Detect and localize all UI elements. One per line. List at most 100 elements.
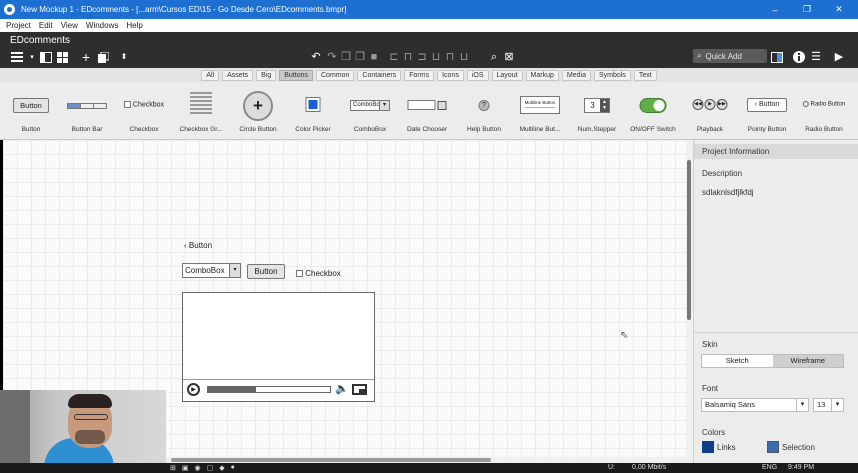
library-item-pointy-button[interactable]: ‹ Button Pointy Button <box>741 82 793 140</box>
app-icon[interactable]: ● <box>231 464 235 472</box>
category-media[interactable]: Media <box>561 69 591 81</box>
quick-add-input[interactable]: ⌕ Quick Add <box>693 49 767 63</box>
menu-project[interactable]: Project <box>6 21 31 30</box>
library-item-button[interactable]: Button Button <box>5 82 57 140</box>
fullscreen-icon[interactable] <box>352 384 367 395</box>
mockup-button[interactable]: Button <box>247 264 285 279</box>
mockup-combobox[interactable]: ComboBox ▾ <box>182 263 241 278</box>
canvas-vertical-scrollbar[interactable] <box>686 140 693 463</box>
folder-icon[interactable]: ▣ <box>182 464 189 472</box>
browser-icon[interactable]: ◉ <box>195 464 201 472</box>
terminal-icon[interactable]: ▢ <box>207 464 214 472</box>
links-color-swatch[interactable] <box>702 441 714 453</box>
library-item-color-picker[interactable]: Color Picker <box>288 82 338 140</box>
library-item-multiline-button[interactable]: Multiline Button Multiline But... <box>513 82 567 140</box>
font-size-value: 13 <box>817 400 826 409</box>
mockup-pointy-button[interactable]: ‹ Button <box>184 241 212 250</box>
play-icon[interactable]: ▶ <box>187 383 200 396</box>
search-icon[interactable]: ⌕ <box>488 51 500 63</box>
maximize-button[interactable]: ❐ <box>792 0 822 19</box>
category-assets[interactable]: Assets <box>222 69 254 81</box>
copy-icon[interactable]: ❐ <box>340 51 352 63</box>
close-button[interactable]: ✕ <box>824 0 854 19</box>
window-layout-icon[interactable] <box>771 51 783 63</box>
hamburger-menu-icon[interactable] <box>11 51 23 63</box>
checkbox-square-icon <box>296 270 303 278</box>
minimize-button[interactable]: – <box>760 0 790 19</box>
language-indicator[interactable]: ENG <box>762 464 777 471</box>
align-right-icon[interactable]: ⊐ <box>416 51 428 63</box>
category-icons[interactable]: Icons <box>437 69 464 81</box>
category-layout[interactable]: Layout <box>491 69 523 81</box>
library-item-button-bar[interactable]: Button Bar <box>60 82 114 140</box>
category-markup[interactable]: Markup <box>525 69 559 81</box>
undo-icon[interactable]: ↶ <box>310 51 322 63</box>
library-item-playback[interactable]: ◀◀ ▶ ▶▶ Playback <box>684 82 736 140</box>
cursor-icon: ⇖ <box>620 330 629 341</box>
align-middle-icon[interactable]: ⊓ <box>444 51 456 63</box>
library-item-num-stepper[interactable]: 3 ▲ ▼ Num.Stepper <box>571 82 623 140</box>
library-item-help-button[interactable]: ? Help Button <box>458 82 510 140</box>
fullscreen-icon[interactable]: ⊠ <box>503 51 515 63</box>
webcam-overlay <box>0 390 166 473</box>
mockup-pointy-button-label: Button <box>188 241 213 250</box>
menu-help[interactable]: Help <box>126 21 142 30</box>
category-containers[interactable]: Containers <box>357 69 402 81</box>
project-info-panel: Project Information Description sdlaknls… <box>693 140 858 463</box>
library-item-radio-button[interactable]: Radio Button Radio Button <box>797 82 851 140</box>
align-bottom-icon[interactable]: ⊔ <box>458 51 470 63</box>
add-mockup-icon[interactable]: + <box>80 50 92 64</box>
menu-view[interactable]: View <box>61 21 78 30</box>
volume-icon[interactable]: 🔈 <box>335 382 349 395</box>
description-field[interactable]: sdlaknlsdfjlkfdj <box>702 188 754 197</box>
library-item-date-chooser[interactable]: Date Chooser <box>400 82 454 140</box>
category-common[interactable]: Common <box>316 69 355 81</box>
mockup-checkbox[interactable]: Checkbox <box>296 269 341 278</box>
menu-edit[interactable]: Edit <box>39 21 53 30</box>
window-title-bar: New Mockup 1 - EDcomments - [...arm\Curs… <box>0 0 858 19</box>
skin-sketch-option[interactable]: Sketch <box>702 355 773 367</box>
delete-icon[interactable]: ■ <box>368 51 380 63</box>
skin-wireframe-option[interactable]: Wireframe <box>772 355 843 367</box>
grid-view-icon[interactable] <box>56 51 68 63</box>
redo-icon[interactable]: ↷ <box>326 51 338 63</box>
mockup-video-player[interactable]: ▶ 🔈 <box>182 292 375 402</box>
paste-icon[interactable]: ❐ <box>354 51 366 63</box>
info-icon[interactable] <box>793 51 805 63</box>
library-item-onoff-switch[interactable]: ON/OFF Switch <box>627 82 679 140</box>
selection-color-swatch[interactable] <box>767 441 779 453</box>
category-big[interactable]: Big <box>256 69 277 81</box>
font-family-select[interactable]: Balsamiq Sans ▾ <box>701 398 809 412</box>
library-item-checkbox-group[interactable]: Checkbox Gr... <box>175 82 227 140</box>
menu-chevron-icon[interactable]: ▾ <box>26 51 38 63</box>
category-buttons[interactable]: Buttons <box>279 69 313 81</box>
layout-panel-icon[interactable] <box>40 51 52 63</box>
editor-icon[interactable]: ◆ <box>219 464 224 472</box>
presentation-icon[interactable]: ▶ <box>833 51 845 63</box>
category-text[interactable]: Text <box>633 69 657 81</box>
chevron-down-icon: ▾ <box>796 399 808 411</box>
library-item-label: Circle Button <box>239 126 277 133</box>
start-icon[interactable]: ⊞ <box>170 464 176 472</box>
category-forms[interactable]: Forms <box>404 69 435 81</box>
video-progress-bar[interactable] <box>207 386 331 393</box>
reorder-icon[interactable]: ⬍ <box>118 51 130 63</box>
font-size-select[interactable]: 13 ▾ <box>813 398 844 412</box>
checkbox-square-icon <box>123 101 131 108</box>
library-item-checkbox[interactable]: Checkbox Checkbox <box>118 82 170 140</box>
category-symbols[interactable]: Symbols <box>593 69 631 81</box>
library-item-circle-button[interactable]: + Circle Button <box>233 82 283 140</box>
category-all[interactable]: All <box>201 69 220 81</box>
radio-button-preview: Radio Button <box>802 101 845 108</box>
list-view-icon[interactable]: ☰ <box>810 51 822 63</box>
align-left-icon[interactable]: ⊏ <box>388 51 400 63</box>
category-ios[interactable]: iOS <box>466 69 489 81</box>
duplicate-icon[interactable] <box>97 51 109 63</box>
menu-windows[interactable]: Windows <box>86 21 118 30</box>
library-item-label: ComboBox <box>353 126 387 133</box>
library-item-combobox[interactable]: ComboBox ▾ ComboBox <box>344 82 396 140</box>
clock[interactable]: 9:49 PM <box>788 464 814 471</box>
align-center-icon[interactable]: ⊓ <box>402 51 414 63</box>
pointy-button-preview: ‹ Button <box>747 98 787 112</box>
align-top-icon[interactable]: ⊔ <box>430 51 442 63</box>
